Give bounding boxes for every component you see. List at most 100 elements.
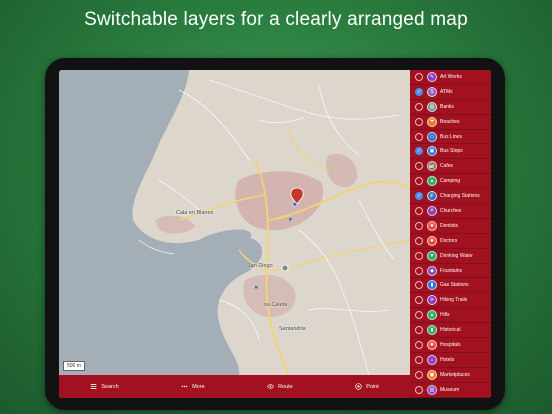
hotel-icon: ⌂	[427, 354, 437, 365]
route-icon	[267, 384, 274, 389]
search-button[interactable]: Search	[90, 383, 119, 390]
layer-checkbox[interactable]	[415, 370, 423, 379]
fuel-icon: ▮	[427, 280, 437, 291]
layer-checkbox[interactable]	[415, 162, 423, 171]
layer-checkbox[interactable]	[415, 385, 423, 394]
layer-checkbox[interactable]	[415, 266, 423, 275]
add-point-icon	[355, 383, 362, 390]
checkmark-icon: ✓	[416, 193, 422, 200]
museum-icon: ▥	[427, 384, 437, 395]
screen: Cala en Blanes San Diego sa Caleta Santa…	[59, 70, 491, 398]
charging-icon: ⚡	[427, 191, 437, 202]
fountain-icon: ◆	[427, 265, 437, 276]
layer-row[interactable]: ◼ Marketplaces	[410, 368, 491, 383]
layer-row[interactable]: ☂ Beaches	[410, 115, 491, 130]
point-button[interactable]: Point	[355, 383, 379, 390]
layer-label: Hills	[440, 312, 450, 319]
layer-checkbox[interactable]	[415, 326, 423, 335]
map-place-label: Santandria	[279, 326, 306, 332]
beach-icon: ☂	[427, 116, 437, 127]
more-dots-icon	[181, 385, 188, 388]
map-view[interactable]: Cala en Blanes San Diego sa Caleta Santa…	[59, 70, 410, 375]
layer-checkbox[interactable]	[415, 117, 423, 126]
layer-label: Churches	[440, 207, 462, 214]
layer-label: Gas Stations	[440, 282, 469, 289]
market-icon: ◼	[427, 369, 437, 380]
layer-label: Hiking Trails	[440, 297, 468, 304]
layer-label: Fountains	[440, 267, 462, 274]
layer-row[interactable]: ▼ Drinking Water	[410, 249, 491, 264]
layer-row[interactable]: ✓ $ ATMs	[410, 85, 491, 100]
cafe-icon: ☕	[427, 161, 437, 172]
layer-label: Banks	[440, 103, 454, 110]
layer-label: Hospitals	[440, 341, 461, 348]
layer-label: Beaches	[440, 118, 460, 125]
list-icon	[90, 383, 97, 390]
map-place-label: sa Caleta	[264, 302, 288, 308]
layer-label: Drinking Water	[440, 252, 473, 259]
bus-stop-icon: ▣	[427, 146, 437, 157]
tent-icon: ▲	[427, 176, 437, 187]
layer-checkbox[interactable]	[415, 132, 423, 141]
layer-row[interactable]: ✚ Dentists	[410, 219, 491, 234]
layer-row[interactable]: ▮ Gas Stations	[410, 278, 491, 294]
layer-checkbox[interactable]	[415, 281, 423, 290]
layer-checkbox[interactable]	[415, 177, 423, 186]
layer-row[interactable]: ▥ Banks	[410, 100, 491, 115]
checkmark-icon: ✓	[416, 88, 422, 95]
layer-checkbox[interactable]	[415, 340, 423, 349]
bottom-toolbar: Search More Route Point	[59, 375, 410, 398]
atm-icon: $	[427, 86, 437, 97]
route-button[interactable]: Route	[267, 383, 293, 390]
more-label: More	[192, 383, 205, 390]
layer-checkbox[interactable]	[415, 311, 423, 320]
layer-label: Bus Lines	[440, 133, 462, 140]
layer-row[interactable]: ▲ Hills	[410, 308, 491, 324]
hiking-icon: ✈	[427, 295, 437, 306]
layer-checkbox[interactable]	[415, 296, 423, 305]
map-scale: 500 m	[63, 361, 85, 371]
layer-label: Cafes	[440, 163, 454, 170]
layer-row[interactable]: ▥ Museum	[410, 383, 491, 398]
layer-row[interactable]: ✓ ▣ Bus Stops	[410, 144, 491, 160]
layers-panel: ✎ Art Works ✓ $ ATMs ▥ Banks ☂ Beaches ▭ Bus Lines…	[410, 70, 491, 398]
layer-label: Marketplaces	[440, 371, 470, 378]
layer-checkbox[interactable]	[415, 102, 423, 111]
layer-label: Camping	[440, 178, 461, 185]
layer-label: Art Works	[440, 73, 462, 80]
layer-checkbox[interactable]: ✓	[415, 87, 423, 96]
layer-label: Museum	[440, 386, 460, 393]
water-icon: ▼	[427, 250, 437, 261]
layer-row[interactable]: ✓ ⚡ Charging Stations	[410, 189, 491, 205]
layer-row[interactable]: ✎ Art Works	[410, 70, 491, 85]
layer-row[interactable]: ✝ Churches	[410, 204, 491, 219]
layer-checkbox[interactable]	[415, 72, 423, 81]
layer-row[interactable]: ▭ Bus Lines	[410, 130, 491, 145]
layer-label: Bus Stops	[440, 148, 463, 155]
layer-row[interactable]: ⌂ Hotels	[410, 353, 491, 368]
layer-checkbox[interactable]	[415, 236, 423, 245]
map-canvas[interactable]	[59, 70, 410, 375]
tooth-icon: ✚	[427, 220, 437, 231]
layer-checkbox[interactable]	[415, 221, 423, 230]
layer-checkbox[interactable]: ✓	[415, 192, 423, 201]
layer-row[interactable]: ☕ Cafes	[410, 159, 491, 175]
monument-icon: ▮	[427, 325, 437, 336]
layer-row[interactable]: ▮ Historical	[410, 323, 491, 339]
layer-row[interactable]: ▲ Camping	[410, 174, 491, 190]
layer-row[interactable]: ◆ Fountains	[410, 264, 491, 279]
layer-row[interactable]: ✚ Hospitals	[410, 338, 491, 353]
layer-row[interactable]: ✈ Hiking Trails	[410, 293, 491, 309]
layer-checkbox[interactable]	[415, 355, 423, 364]
layer-label: ATMs	[440, 88, 453, 95]
layer-label: Dentists	[440, 222, 459, 229]
layer-checkbox[interactable]: ✓	[415, 147, 423, 156]
more-button[interactable]: More	[181, 383, 205, 390]
mountain-icon: ▲	[427, 310, 437, 321]
checkmark-icon: ✓	[416, 148, 422, 155]
layer-checkbox[interactable]	[415, 251, 423, 260]
headline: Switchable layers for a clearly arranged…	[84, 9, 468, 30]
layer-row[interactable]: ✚ Doctors	[410, 234, 491, 249]
layer-label: Historical	[440, 327, 461, 334]
layer-checkbox[interactable]	[415, 206, 423, 215]
